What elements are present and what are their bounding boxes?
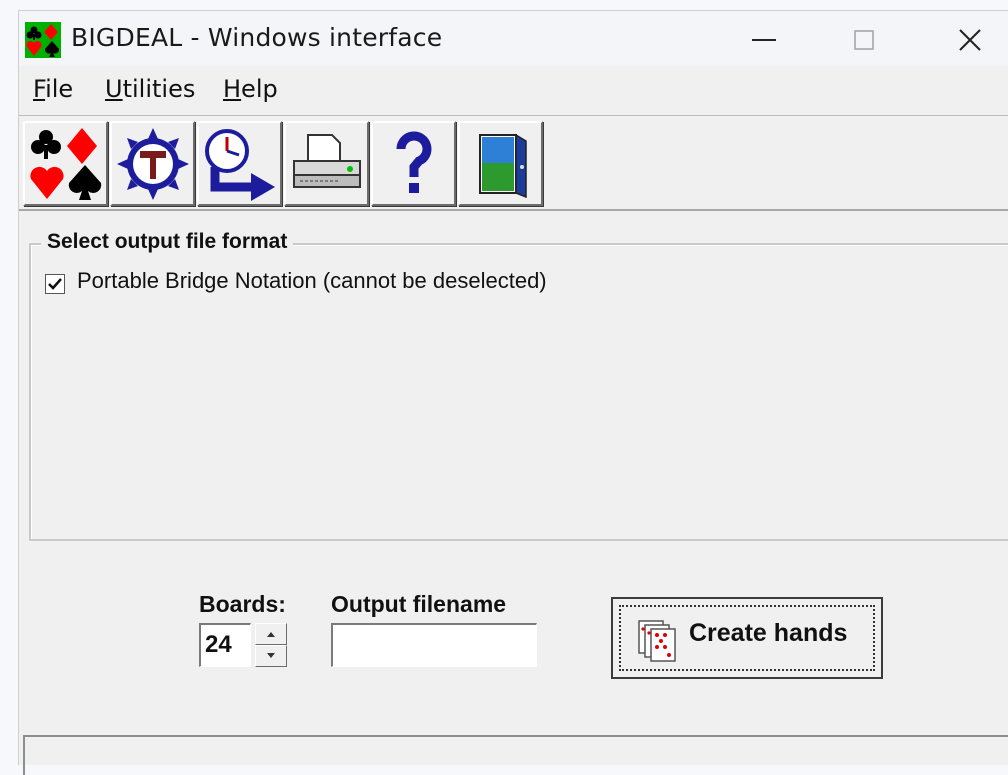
app-icon [25,22,61,58]
boards-label: Boards: [199,591,286,617]
clock-arrow-icon [205,129,275,201]
exit-door-icon [479,133,527,199]
toolbar [19,115,1008,211]
timer-button[interactable] [197,121,282,206]
tools-button[interactable] [110,121,195,206]
menu-utilities[interactable]: Utilities [105,75,195,103]
boards-input[interactable]: 24 [199,623,251,667]
help-question-icon [396,131,432,193]
create-hands-label: Create hands [689,619,848,647]
title-bar: BIGDEAL - Windows interface [19,11,1008,66]
deal-cards-button[interactable] [23,121,108,206]
window-title: BIGDEAL - Windows interface [71,23,443,52]
create-hands-button[interactable]: Create hands [611,597,883,679]
menu-help[interactable]: Help [223,75,278,103]
menu-help-rest: elp [241,75,278,103]
boards-spin-down[interactable] [255,645,287,667]
cards-stack-icon [638,620,676,662]
close-icon[interactable] [955,25,985,55]
tools-gear-icon [117,128,189,200]
status-bar [23,735,1008,775]
help-button[interactable] [371,121,456,206]
printer-icon [293,134,361,188]
card-suits-icon [30,128,102,200]
menu-file-accel: F [33,75,46,103]
maximize-icon[interactable] [849,25,879,55]
print-button[interactable] [284,121,369,206]
boards-spin-up[interactable] [255,623,287,645]
pbn-label: Portable Bridge Notation (cannot be dese… [77,268,547,293]
menu-utilities-accel: U [105,75,123,103]
checkmark-icon [48,278,62,290]
spin-up-icon [267,632,275,637]
spin-down-icon [267,653,275,658]
app-window: BIGDEAL - Windows interface File Utiliti… [18,10,1008,775]
minimize-icon[interactable] [749,25,779,55]
output-filename-input[interactable] [331,623,537,667]
menu-help-accel: H [223,75,242,103]
menu-utilities-rest: tilities [122,75,196,103]
exit-button[interactable] [458,121,543,206]
menu-bar: File Utilities Help [19,69,1008,109]
menu-file[interactable]: File [33,75,73,103]
menu-file-rest: ile [45,75,74,103]
output-filename-label: Output filename [331,591,507,617]
output-format-legend: Select output file format [41,230,294,254]
pbn-checkbox[interactable] [45,274,65,294]
